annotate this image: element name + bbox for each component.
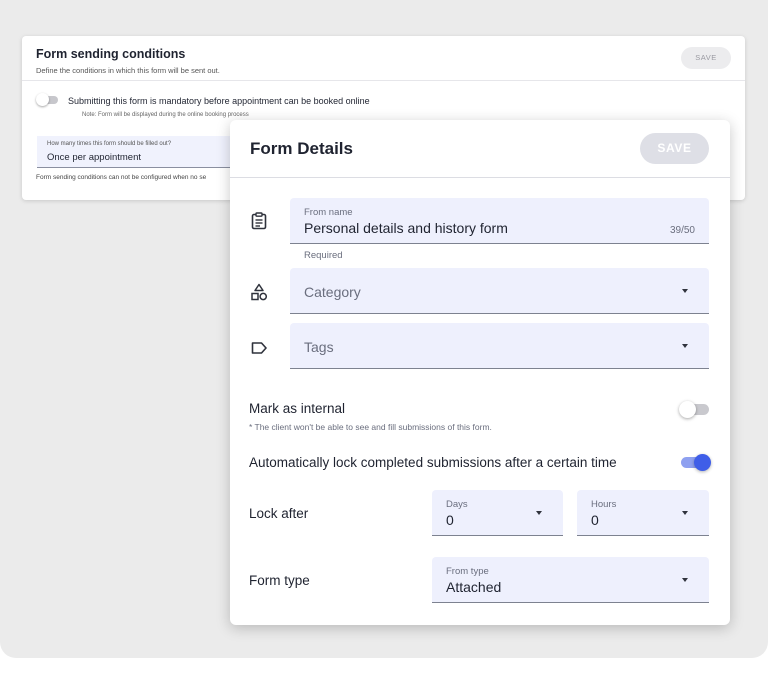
mandatory-toggle[interactable] — [36, 93, 58, 106]
frequency-value: Once per appointment — [47, 152, 142, 163]
dialog-title: Form Details — [250, 139, 353, 158]
shapes-icon — [249, 282, 269, 302]
auto-lock-toggle[interactable] — [681, 454, 711, 471]
days-select[interactable]: Days 0 — [432, 490, 563, 536]
mark-internal-note: * The client won't be able to see and fi… — [249, 422, 492, 432]
mandatory-label: Submitting this form is mandatory before… — [68, 96, 370, 106]
hours-label: Hours — [591, 499, 617, 510]
mark-internal-label: Mark as internal — [249, 401, 346, 416]
days-label: Days — [446, 499, 468, 510]
clipboard-icon — [249, 211, 269, 231]
form-type-field-label: From type — [446, 566, 489, 577]
toggle-knob — [694, 454, 711, 471]
caret-down-icon — [536, 511, 542, 515]
category-placeholder: Category — [304, 284, 361, 300]
caret-down-icon — [682, 344, 688, 348]
panel-subtitle: Define the conditions in which this form… — [36, 66, 220, 75]
caret-down-icon — [682, 289, 688, 293]
days-value: 0 — [446, 512, 454, 528]
form-details-dialog: Form Details SAVE From name Personal det… — [230, 120, 730, 625]
mandatory-note: Note: Form will be displayed during the … — [82, 112, 249, 118]
toggle-knob — [36, 93, 49, 106]
tag-label-icon — [249, 338, 269, 358]
form-name-label: From name — [304, 207, 353, 218]
hours-value: 0 — [591, 512, 599, 528]
form-name-helper: Required — [304, 250, 343, 261]
save-button[interactable]: SAVE — [640, 133, 709, 164]
category-select[interactable]: Category — [290, 268, 709, 314]
caret-down-icon — [682, 511, 688, 515]
tags-select[interactable]: Tags — [290, 323, 709, 369]
caret-down-icon — [682, 578, 688, 582]
canvas-background: Form sending conditions Define the condi… — [0, 0, 768, 658]
mark-internal-toggle[interactable] — [679, 401, 709, 418]
form-name-value: Personal details and history form — [304, 220, 508, 236]
panel-save-button[interactable]: SAVE — [681, 47, 731, 69]
tags-placeholder: Tags — [304, 339, 334, 355]
dialog-header: Form Details SAVE — [230, 120, 730, 178]
form-type-value: Attached — [446, 579, 502, 595]
panel-header: Form sending conditions Define the condi… — [22, 36, 745, 81]
form-type-label: Form type — [249, 573, 310, 588]
conditions-footer-note: Form sending conditions can not be confi… — [36, 174, 207, 181]
panel-title: Form sending conditions — [36, 47, 186, 61]
hours-select[interactable]: Hours 0 — [577, 490, 709, 536]
form-type-select[interactable]: From type Attached — [432, 557, 709, 603]
lock-after-label: Lock after — [249, 506, 309, 521]
form-name-field[interactable]: From name Personal details and history f… — [290, 198, 709, 244]
toggle-knob — [679, 401, 696, 418]
auto-lock-label: Automatically lock completed submissions… — [249, 455, 617, 470]
frequency-select[interactable]: How many times this form should be fille… — [37, 136, 237, 168]
frequency-label: How many times this form should be fille… — [47, 141, 172, 147]
character-counter: 39/50 — [669, 225, 695, 236]
